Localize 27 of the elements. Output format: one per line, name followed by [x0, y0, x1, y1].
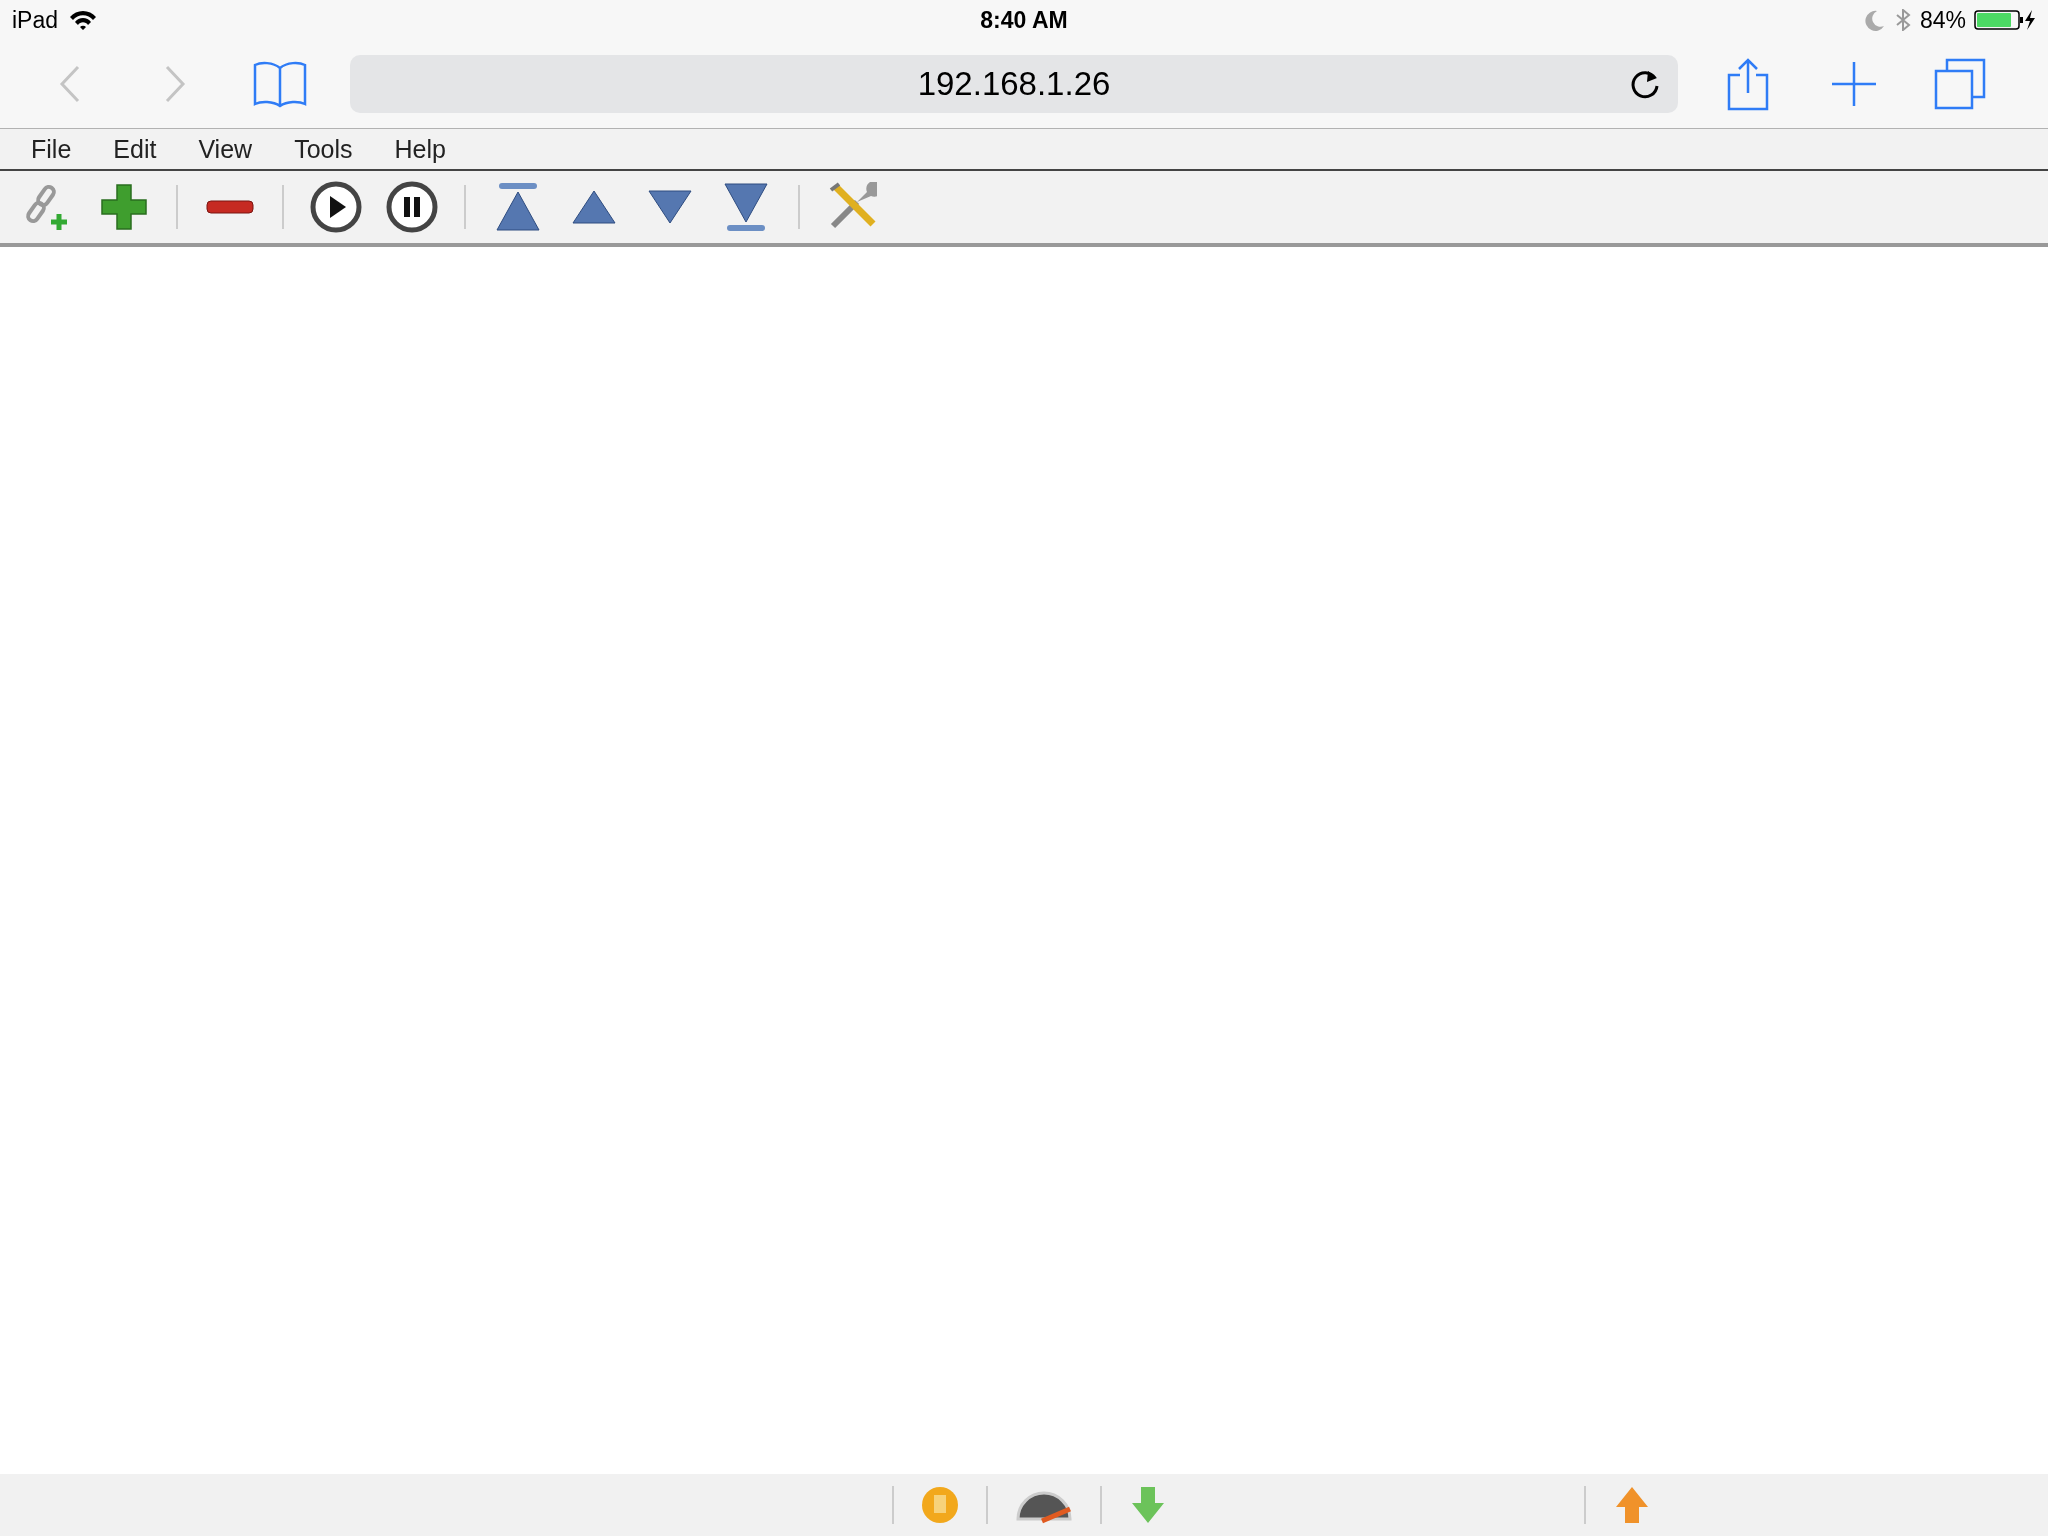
wifi-icon	[68, 8, 99, 32]
address-bar[interactable]: 192.168.1.26	[350, 55, 1678, 113]
minus-icon	[205, 200, 255, 214]
up-triangle-icon	[571, 189, 617, 225]
chevron-left-icon	[58, 64, 82, 104]
plus-icon	[99, 182, 149, 232]
tabs-icon	[1934, 58, 1986, 110]
device-name: iPad	[12, 6, 59, 34]
menu-item[interactable]: Edit	[92, 134, 178, 164]
menu-item[interactable]: File	[10, 134, 93, 164]
coin-icon	[920, 1485, 960, 1525]
pause-icon	[386, 181, 438, 233]
arrow-to-bottom-icon	[723, 182, 769, 232]
arrow-to-top-icon	[495, 182, 541, 232]
moon-icon	[1863, 9, 1886, 31]
plus-icon	[1831, 61, 1877, 107]
menu-item[interactable]: View	[177, 134, 274, 164]
book-icon	[253, 60, 307, 108]
chevron-right-icon	[163, 64, 187, 104]
battery-percent: 84%	[1919, 6, 1966, 34]
share-icon	[1726, 57, 1770, 111]
menu-item[interactable]: Tools	[273, 134, 374, 164]
play-icon	[310, 181, 362, 233]
menu-item[interactable]: Help	[373, 134, 467, 164]
battery-icon	[1974, 9, 2036, 31]
down-triangle-icon	[647, 189, 693, 225]
clock-time: 8:40 AM	[980, 6, 1068, 34]
